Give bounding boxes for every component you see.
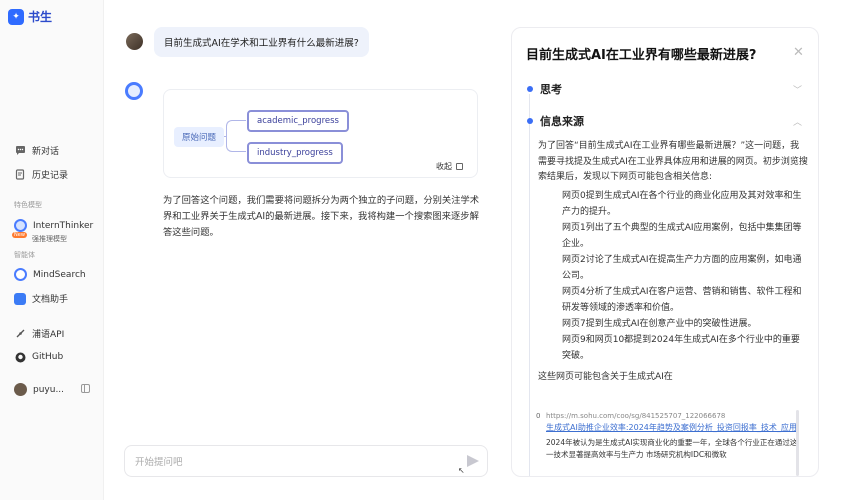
chat-area: 目前生成式AI在学术和工业界有什么最新进展? 原始问题 academic_pro… (104, 0, 506, 500)
new-badge: New (12, 232, 27, 238)
sidebar-item-history[interactable]: 历史记录 (14, 168, 100, 181)
section-label-agents: 智能体 (14, 251, 35, 259)
graph-node-industry[interactable]: industry_progress (247, 142, 343, 164)
source-index: 0 (536, 412, 541, 420)
sources-list: 网页0提到生成式AI在各个行业的商业化应用及其对效率和生产力的提升。 网页1列出… (562, 188, 808, 364)
assistant-message: 为了回答这个问题，我们需要将问题拆分为两个独立的子问题，分别关注学术界和工业界关… (163, 195, 480, 238)
document-icon (14, 292, 26, 305)
sidebar-item-mindsearch[interactable]: MindSearch (14, 268, 100, 281)
timeline-dot (527, 118, 533, 124)
source-title-link[interactable]: 生成式AI助推企业效率:2024年趋势及案例分析_投资回报率_技术_应用 (546, 422, 802, 435)
sidebar-item-label: MindSearch (33, 269, 86, 280)
expand-icon (456, 163, 463, 170)
section-sources[interactable]: 信息来源 (540, 113, 584, 129)
list-item: 网页0提到生成式AI在各个行业的商业化应用及其对效率和生产力的提升。 (562, 191, 802, 218)
list-item: 网页9和网页10都提到2024年生成式AI在多个行业中的重要突破。 (562, 335, 800, 362)
source-snippet: 2024年被认为是生成式AI实现商业化的重要一年，全球各个行业正在通过这一技术显… (546, 437, 798, 460)
sidebar-item-api[interactable]: 浦语API (14, 327, 100, 340)
user-avatar (126, 33, 143, 50)
graph-edge (226, 120, 246, 152)
app-root: ✦ 书生 新对话 历史记录 特色模型 InternThinker New 强推理… (0, 0, 847, 500)
source-card: 0 https://m.sohu.com/coo/sg/841525707_12… (536, 410, 802, 462)
internthinker-icon (14, 219, 27, 232)
chevron-up-icon[interactable]: ︿ (793, 115, 802, 128)
sidebar-item-label: 历史记录 (32, 171, 69, 181)
logo-icon: ✦ (8, 8, 24, 25)
source-url: https://m.sohu.com/coo/sg/841525707_1220… (546, 412, 726, 420)
send-icon[interactable] (467, 455, 479, 467)
api-icon (14, 328, 26, 340)
list-item: 网页1列出了五个典型的生成式AI应用案例，包括中集集团等企业。 (562, 223, 802, 250)
sidebar-item-internthinker[interactable]: InternThinker (14, 219, 100, 232)
sources-tail: 这些网页可能包含关于生成式AI在 (538, 372, 673, 383)
user-message: 目前生成式AI在学术和工业界有什么最新进展? (154, 27, 369, 57)
graph-node-academic[interactable]: academic_progress (247, 110, 349, 132)
chat-input[interactable] (135, 454, 435, 470)
panel-title: 目前生成式AI在工业界有哪些最新进展? (526, 48, 757, 63)
sources-intro: 为了回答“目前生成式AI在工业界有哪些最新进展？”这一问题，我需要寻找提及生成式… (538, 141, 808, 183)
list-item: 网页7提到生成式AI在创意产业中的突破性进展。 (562, 319, 757, 330)
sidebar-item-doc-assistant[interactable]: 文档助手 (14, 292, 100, 305)
chat-bubble-icon (14, 145, 26, 157)
model-subtitle: 强推理模型 (32, 235, 67, 243)
sidebar-collapse-icon[interactable] (81, 384, 90, 393)
list-item: 网页2讨论了生成式AI在提高生产力方面的应用案例，如电通公司。 (562, 255, 802, 282)
list-item: 网页4分析了生成式AI在客户运营、营销和销售、软件工程和研发等领域的渗透率和价值… (562, 287, 802, 314)
graph-node-root[interactable]: 原始问题 (174, 127, 225, 147)
timeline-dot (527, 86, 533, 92)
chat-input-box (124, 445, 488, 477)
close-icon[interactable]: ✕ (793, 45, 804, 60)
sidebar-item-label: 浦语API (32, 330, 65, 340)
section-label-models: 特色模型 (14, 201, 42, 209)
sidebar-item-label: 文档助手 (32, 295, 69, 305)
assistant-avatar (125, 82, 143, 100)
logo-text: 书生 (28, 10, 53, 24)
user-name: puyu... (33, 384, 65, 395)
sidebar-item-label: 新对话 (32, 147, 60, 157)
chevron-down-icon[interactable]: ﹀ (793, 83, 802, 96)
collapse-label: 收起 (436, 162, 452, 171)
sidebar-item-new-chat[interactable]: 新对话 (14, 144, 100, 157)
section-thinking[interactable]: 思考 (540, 81, 562, 97)
mouse-cursor-icon: ↖ (458, 466, 465, 475)
history-icon (14, 169, 26, 181)
collapse-graph-button[interactable]: 收起 (436, 161, 463, 172)
github-icon (14, 351, 26, 363)
search-graph-card: 原始问题 academic_progress industry_progress… (163, 89, 478, 178)
scrollbar[interactable] (796, 410, 799, 476)
logo[interactable]: ✦ 书生 (8, 8, 52, 25)
sources-content: 为了回答“目前生成式AI在工业界有哪些最新进展？”这一问题，我需要寻找提及生成式… (538, 139, 808, 386)
sidebar-item-label: InternThinker (33, 220, 94, 231)
timeline-line (529, 94, 530, 476)
avatar (14, 383, 27, 396)
detail-panel: 目前生成式AI在工业界有哪些最新进展? ✕ 思考 ﹀ 信息来源 ︿ 为了回答“目… (511, 27, 819, 477)
mindsearch-icon (14, 268, 27, 281)
sidebar-item-label: GitHub (32, 352, 64, 362)
sidebar: ✦ 书生 新对话 历史记录 特色模型 InternThinker New 强推理… (0, 0, 104, 500)
sidebar-item-github[interactable]: GitHub (14, 351, 100, 363)
